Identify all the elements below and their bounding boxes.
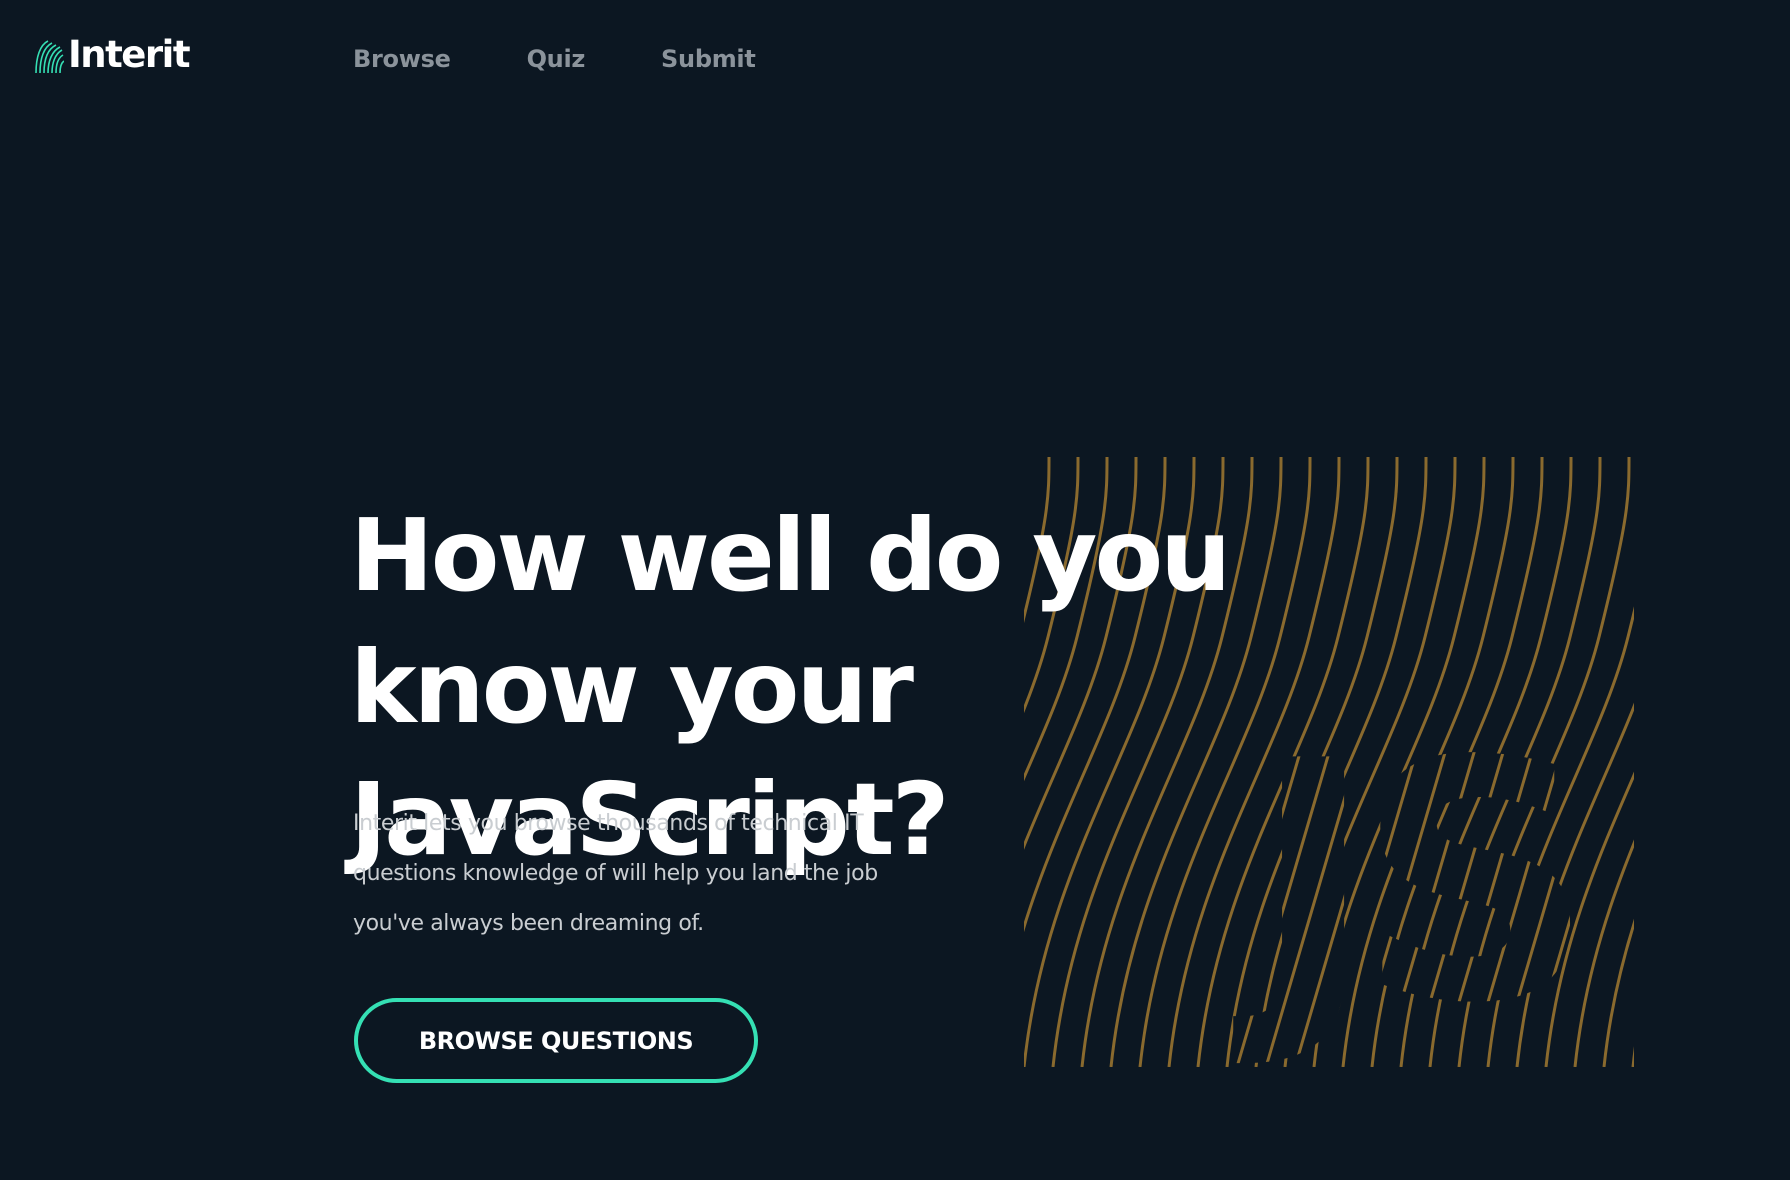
nav-item-browse[interactable]: Browse xyxy=(353,45,451,73)
stripes-logo-icon xyxy=(35,39,64,73)
nav-item-submit[interactable]: Submit xyxy=(661,45,756,73)
nav-item-quiz[interactable]: Quiz xyxy=(527,45,586,73)
brand-logo[interactable]: Interit xyxy=(34,33,191,76)
brand-name: Interit xyxy=(68,33,191,76)
hero-description: Interit lets you browse thousands of tec… xyxy=(353,811,878,936)
main-nav: Browse Quiz Submit xyxy=(353,45,756,73)
art-letter-line xyxy=(1614,657,1634,1067)
art-wave-line xyxy=(1631,1046,1634,1067)
art-wave-line xyxy=(1573,839,1634,1067)
browse-questions-button[interactable]: BROWSE QUESTIONS xyxy=(354,998,758,1083)
art-wave-line xyxy=(1515,702,1634,1067)
